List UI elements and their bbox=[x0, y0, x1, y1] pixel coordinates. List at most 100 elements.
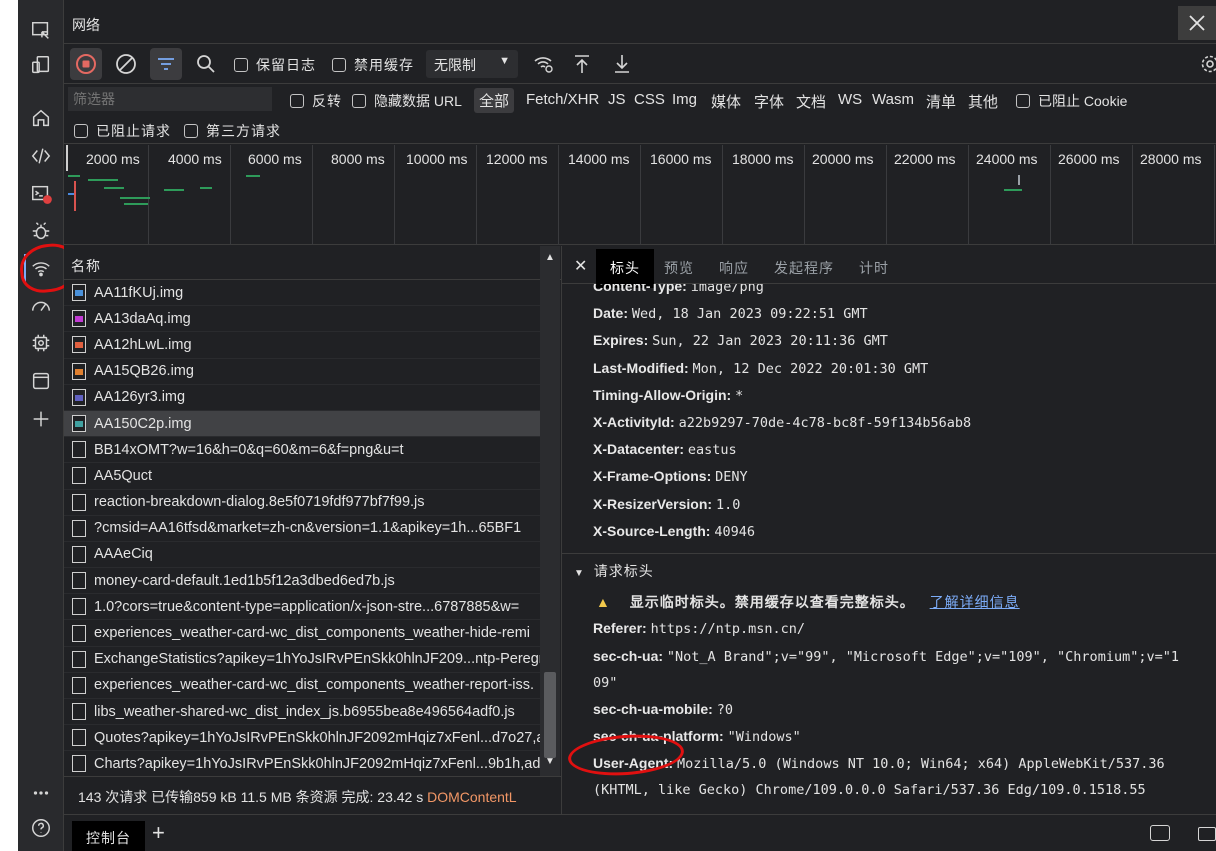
checkbox-box[interactable] bbox=[332, 58, 346, 73]
clear-button[interactable] bbox=[110, 48, 142, 80]
throttling-select[interactable]: 无限制 ▼ bbox=[426, 50, 518, 78]
filter-type-other[interactable]: 其他 bbox=[968, 91, 998, 112]
filter-toggle-button[interactable] bbox=[150, 48, 182, 80]
timeline-tick: 10000 ms bbox=[406, 151, 468, 167]
application-window-icon[interactable] bbox=[28, 368, 54, 394]
record-button[interactable] bbox=[70, 48, 102, 80]
request-row[interactable]: experiences_weather-card-wc_dist_compone… bbox=[64, 620, 540, 647]
request-headers-section[interactable]: ▼ 请求标头 bbox=[562, 553, 1216, 581]
request-row[interactable]: reaction-breakdown-dialog.8e5f0719fdf977… bbox=[64, 490, 540, 516]
network-conditions-button[interactable] bbox=[528, 48, 560, 80]
response-header-line: Date: Wed, 18 Jan 2023 09:22:51 GMT bbox=[593, 305, 868, 322]
search-button[interactable] bbox=[190, 48, 222, 80]
triangle-down-icon: ▼ bbox=[574, 568, 585, 579]
preserve-log-label: 保留日志 bbox=[256, 57, 316, 73]
checkbox-box[interactable] bbox=[234, 58, 248, 73]
filter-type-wasm[interactable]: Wasm bbox=[872, 91, 914, 108]
close-panel-button[interactable] bbox=[1178, 6, 1216, 40]
learn-more-link[interactable]: 了解详细信息 bbox=[930, 594, 1020, 610]
document-file-icon bbox=[72, 493, 86, 511]
download-icon bbox=[615, 55, 629, 73]
filter-type-font[interactable]: 字体 bbox=[754, 91, 784, 112]
request-row[interactable]: money-card-default.1ed1b5f12a3dbed6ed7b.… bbox=[64, 568, 540, 595]
hide-data-urls-checkbox[interactable]: 隐藏数据 URL bbox=[352, 91, 462, 111]
tab-response[interactable]: 响应 bbox=[719, 258, 749, 278]
request-row[interactable]: AA15QB26.img bbox=[64, 359, 540, 385]
third-party-checkbox[interactable]: 第三方请求 bbox=[184, 121, 281, 141]
domcontentloaded-time: DOMContentL bbox=[427, 789, 517, 805]
scroll-thumb[interactable] bbox=[544, 672, 556, 758]
request-row[interactable]: AA13daAq.img bbox=[64, 306, 540, 333]
checkbox-box[interactable] bbox=[74, 124, 88, 139]
blocked-requests-checkbox[interactable]: 已阻止请求 bbox=[74, 121, 171, 141]
preserve-log-checkbox[interactable]: 保留日志 bbox=[234, 55, 316, 75]
request-row[interactable]: ExchangeStatistics?apikey=1hYoJsIRvPEnSk… bbox=[64, 647, 540, 673]
filter-type-manifest[interactable]: 清单 bbox=[926, 91, 956, 112]
document-file-icon bbox=[72, 441, 86, 459]
tab-headers[interactable]: 标头 bbox=[596, 249, 654, 288]
help-icon[interactable] bbox=[28, 815, 54, 841]
request-row[interactable]: Quotes?apikey=1hYoJsIRvPEnSkk0hlnJF2092m… bbox=[64, 725, 540, 752]
console-icon[interactable] bbox=[28, 181, 54, 207]
invert-checkbox[interactable]: 反转 bbox=[290, 91, 342, 111]
scroll-up-icon[interactable]: ▲ bbox=[545, 252, 555, 263]
import-har-button[interactable] bbox=[566, 48, 598, 80]
add-tool-icon[interactable] bbox=[28, 406, 54, 432]
home-icon[interactable] bbox=[28, 105, 54, 131]
more-tools-icon[interactable] bbox=[28, 780, 54, 806]
column-name-header[interactable]: 名称 bbox=[71, 256, 101, 276]
request-row[interactable]: 1.0?cors=true&content-type=application/x… bbox=[64, 594, 540, 621]
warning-icon: ▲ bbox=[596, 594, 611, 610]
disable-cache-checkbox[interactable]: 禁用缓存 bbox=[332, 55, 414, 75]
filter-type-css[interactable]: CSS bbox=[634, 91, 665, 108]
request-row[interactable]: AA150C2p.img bbox=[64, 410, 540, 438]
request-row[interactable]: AA11fKUj.img bbox=[64, 280, 540, 307]
close-details-icon[interactable]: ✕ bbox=[574, 256, 587, 276]
tab-timing[interactable]: 计时 bbox=[859, 258, 889, 278]
request-row[interactable]: AA5Quct bbox=[64, 463, 540, 490]
response-header-line: X-Datacenter: eastus bbox=[593, 441, 737, 458]
request-headers-title: 请求标头 bbox=[593, 563, 654, 579]
elements-icon[interactable] bbox=[28, 143, 54, 169]
request-row[interactable]: AA126yr3.img bbox=[64, 385, 540, 411]
memory-chip-icon[interactable] bbox=[28, 330, 54, 356]
blocked-cookies-checkbox[interactable]: 已阻止 Cookie bbox=[1016, 91, 1127, 111]
filter-type-media[interactable]: 媒体 bbox=[711, 91, 741, 112]
tab-console[interactable]: 控制台 bbox=[72, 821, 145, 851]
resources-size: 11.5 MB 条资源 bbox=[240, 789, 338, 805]
request-list-scrollbar[interactable]: ▲ ▼ bbox=[540, 246, 560, 776]
performance-icon[interactable] bbox=[28, 293, 54, 319]
checkbox-box[interactable] bbox=[1016, 94, 1030, 109]
tab-initiator[interactable]: 发起程序 bbox=[774, 258, 834, 278]
sources-bug-icon[interactable] bbox=[28, 218, 54, 244]
filter-type-img[interactable]: Img bbox=[672, 91, 697, 108]
filter-type-all[interactable]: 全部 bbox=[474, 88, 515, 113]
network-settings-button[interactable] bbox=[1194, 48, 1216, 80]
dock-icon[interactable] bbox=[1150, 825, 1170, 841]
request-row[interactable]: experiences_weather-card-wc_dist_compone… bbox=[64, 673, 540, 699]
checkbox-box[interactable] bbox=[352, 94, 366, 109]
checkbox-box[interactable] bbox=[184, 124, 198, 139]
request-row[interactable]: Charts?apikey=1hYoJsIRvPEnSkk0hlnJF2092m… bbox=[64, 751, 540, 776]
filter-type-ws[interactable]: WS bbox=[838, 91, 862, 108]
device-emulation-icon[interactable] bbox=[28, 52, 54, 78]
filter-input[interactable] bbox=[68, 87, 272, 111]
request-row[interactable]: libs_weather-shared-wc_dist_index_js.b69… bbox=[64, 699, 540, 726]
collapse-drawer-icon[interactable] bbox=[1198, 827, 1216, 841]
export-har-button[interactable] bbox=[606, 48, 638, 80]
tab-preview[interactable]: 预览 bbox=[664, 258, 694, 278]
filter-type-doc[interactable]: 文档 bbox=[796, 91, 826, 112]
request-row[interactable]: AA12hLwL.img bbox=[64, 332, 540, 359]
checkbox-box[interactable] bbox=[290, 94, 304, 109]
overview-timeline[interactable]: 2000 ms 4000 ms 6000 ms 8000 ms 10000 ms… bbox=[64, 145, 1216, 245]
filter-type-js[interactable]: JS bbox=[608, 91, 626, 108]
request-row[interactable]: ?cmsid=AA16tfsd&market=zh-cn&version=1.1… bbox=[64, 516, 540, 542]
request-row[interactable]: AAAeCiq bbox=[64, 542, 540, 569]
response-header-line: Content-Type: image/png bbox=[593, 284, 764, 295]
add-drawer-tab-icon[interactable]: + bbox=[152, 820, 165, 846]
scroll-down-icon[interactable]: ▼ bbox=[545, 756, 555, 767]
header-referer: Referer: https://ntp.msn.cn/ bbox=[593, 620, 805, 637]
filter-type-fetch-xhr[interactable]: Fetch/XHR bbox=[526, 91, 599, 108]
inspect-icon[interactable] bbox=[28, 18, 54, 44]
request-row[interactable]: BB14xOMT?w=16&h=0&q=60&m=6&f=png&u=t bbox=[64, 437, 540, 464]
